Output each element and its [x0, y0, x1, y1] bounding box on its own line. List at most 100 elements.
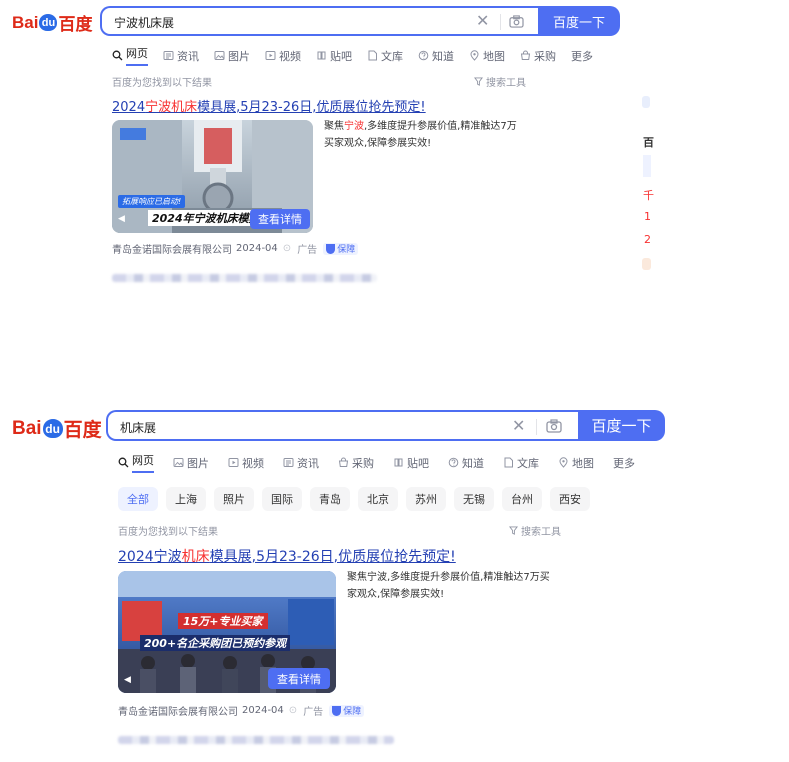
tab-question[interactable]: 知道	[418, 45, 454, 66]
baidu-logo[interactable]: Bai du 百度	[12, 10, 92, 35]
map-icon	[559, 457, 568, 468]
filter-chip[interactable]: 全部	[118, 487, 158, 511]
shop-icon	[520, 50, 531, 60]
tab-image[interactable]: 图片	[214, 45, 250, 66]
tab-search[interactable]: 网页	[112, 45, 148, 66]
map-icon	[470, 50, 479, 61]
info-icon[interactable]: ⊙	[289, 705, 297, 716]
volume-icon[interactable]: ◀	[124, 675, 131, 685]
tab-label: 更多	[613, 456, 635, 470]
tab-map[interactable]: 地图	[469, 45, 505, 66]
info-icon[interactable]: ⊙	[283, 243, 291, 254]
search-tools[interactable]: 搜索工具	[509, 523, 561, 538]
search-tabs: 网页 图片 视频 资讯 采购 贴吧 知道 文库 地图 更多	[118, 452, 635, 473]
clear-icon[interactable]: ✕	[476, 11, 489, 30]
guarantee-badge[interactable]: 保障	[329, 704, 365, 717]
filter-chip[interactable]: 青岛	[310, 487, 350, 511]
tab-tieba[interactable]: 贴吧	[316, 45, 352, 66]
guarantee-badge[interactable]: 保障	[323, 242, 359, 255]
filter-chips: 全部 上海 照片 国际 青岛 北京 苏州 无锡 台州 西安	[118, 487, 590, 511]
result-title[interactable]: 2024宁波机床模具展,5月23-26日,优质展位抢先预定!	[112, 96, 426, 115]
tab-label: 资讯	[177, 49, 199, 63]
tab-search[interactable]: 网页	[118, 452, 154, 473]
tab-label: 更多	[571, 49, 593, 63]
camera-icon[interactable]	[509, 15, 524, 28]
tab-more[interactable]: 更多	[571, 45, 593, 66]
detail-button[interactable]: 查看详情	[250, 209, 310, 229]
filter-chip[interactable]: 台州	[502, 487, 542, 511]
filter-chip[interactable]: 照片	[214, 487, 254, 511]
camera-icon[interactable]	[546, 419, 562, 433]
video-icon	[228, 458, 239, 467]
search-button[interactable]: 百度一下	[578, 410, 665, 441]
detail-button[interactable]: 查看详情	[268, 668, 330, 689]
sidebar-partial-text-4: 2	[644, 233, 651, 246]
search-box[interactable]: 机床展 ✕	[106, 410, 578, 441]
result-description: 聚焦宁波,多维度提升参展价值,精准触达7万买家观众,保障参展实效!	[324, 121, 517, 149]
filter-icon	[474, 77, 483, 86]
search-tools[interactable]: 搜索工具	[474, 74, 526, 89]
search-box[interactable]: 宁波机床展 ✕	[100, 6, 538, 36]
filter-chip[interactable]: 无锡	[454, 487, 494, 511]
search-icon	[118, 457, 129, 468]
tab-label: 文库	[381, 49, 403, 63]
result-count: 百度为您找到以下结果	[112, 78, 212, 89]
filter-chip[interactable]: 北京	[358, 487, 398, 511]
tab-doc[interactable]: 文库	[503, 452, 539, 473]
tab-video[interactable]: 视频	[228, 452, 264, 473]
tab-label: 图片	[228, 49, 250, 63]
tab-shop[interactable]: 采购	[520, 45, 556, 66]
image-icon	[173, 458, 184, 467]
search-button[interactable]: 百度一下	[538, 6, 620, 36]
doc-icon	[368, 50, 377, 61]
tieba-icon	[394, 458, 403, 467]
tab-shop[interactable]: 采购	[338, 452, 374, 473]
screenshot-2: Bai du 百度 机床展 ✕ 百度一下 网页 图片 视频 资讯 采购 贴吧 知道 文库 地图 更…	[0, 400, 789, 762]
tab-map[interactable]: 地图	[558, 452, 594, 473]
volume-icon[interactable]: ◀	[118, 214, 125, 224]
thumb-headline-2: 200+名企采购团已预约参观	[140, 635, 291, 651]
shop-icon	[338, 457, 349, 467]
baidu-logo[interactable]: Bai du 百度	[12, 415, 102, 442]
sidebar-partial-box	[643, 155, 651, 177]
filter-icon	[509, 526, 518, 535]
tab-news[interactable]: 资讯	[163, 45, 199, 66]
shield-icon	[332, 705, 342, 716]
result-description: 聚焦宁波,多维度提升参展价值,精准触达7万买家观众,保障参展实效!	[347, 572, 550, 600]
tab-label: 知道	[432, 49, 454, 63]
tab-label: 地图	[572, 456, 594, 470]
thumb-caption: 2024年宁波机床模具	[148, 210, 264, 226]
tab-label: 图片	[187, 456, 209, 470]
tab-news[interactable]: 资讯	[283, 452, 319, 473]
screenshot-1: Bai du 百度 宁波机床展 ✕ 百度一下 网页 资讯 图片 视频 贴吧 文库 知道 地图 采…	[0, 0, 789, 300]
tab-label: 贴吧	[330, 49, 352, 63]
filter-chip[interactable]: 苏州	[406, 487, 446, 511]
divider	[536, 419, 537, 435]
tieba-icon	[317, 51, 326, 60]
news-icon	[163, 51, 174, 60]
tab-tieba[interactable]: 贴吧	[393, 452, 429, 473]
tab-more[interactable]: 更多	[613, 452, 635, 473]
tab-video[interactable]: 视频	[265, 45, 301, 66]
doc-icon	[504, 457, 513, 468]
question-icon	[418, 50, 429, 61]
tab-doc[interactable]: 文库	[367, 45, 403, 66]
sidebar-partial-text-3: 1	[644, 210, 651, 223]
tab-label: 视频	[279, 49, 301, 63]
clear-icon[interactable]: ✕	[512, 416, 525, 435]
tab-question[interactable]: 知道	[448, 452, 484, 473]
filter-chip[interactable]: 国际	[262, 487, 302, 511]
search-input[interactable]: 机床展	[120, 419, 156, 436]
thumb-banner: 拓展响应已启动!	[118, 195, 186, 208]
tab-image[interactable]: 图片	[173, 452, 209, 473]
tab-label: 贴吧	[407, 456, 429, 470]
filter-chip[interactable]: 上海	[166, 487, 206, 511]
tab-label: 知道	[462, 456, 484, 470]
tab-label: 网页	[132, 452, 154, 473]
filter-chip[interactable]: 西安	[550, 487, 590, 511]
search-input[interactable]: 宁波机床展	[114, 14, 174, 31]
image-icon	[214, 51, 225, 60]
question-icon	[448, 457, 459, 468]
result-title[interactable]: 2024宁波机床模具展,5月23-26日,优质展位抢先预定!	[118, 546, 456, 566]
result-source: 青岛金诺国际会展有限公司 2024-04 ⊙ 广告 保障	[112, 241, 359, 256]
